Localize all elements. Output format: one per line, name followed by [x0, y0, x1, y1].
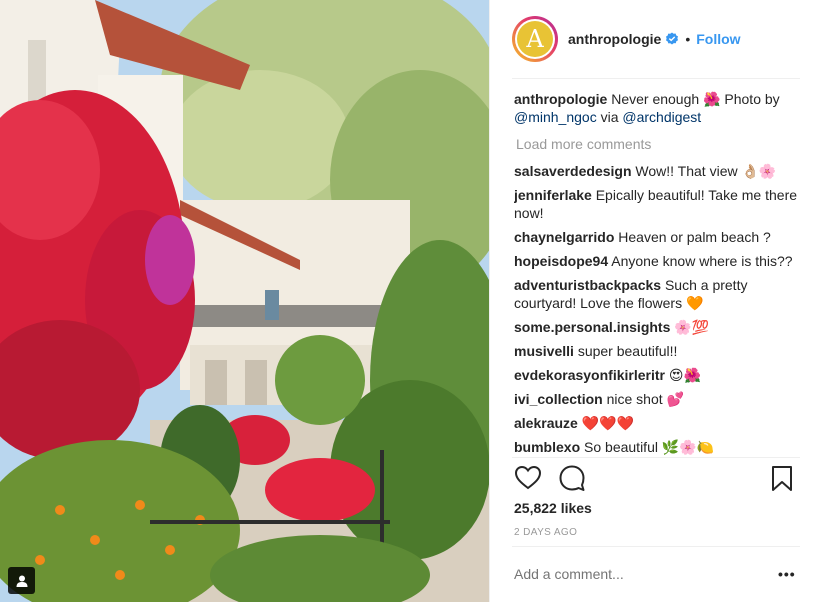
comment-text: Anyone know where is this?? — [611, 253, 793, 269]
comment-item: adventuristbackpacks Such a pretty court… — [514, 276, 804, 312]
comment-text: super beautiful!! — [577, 343, 678, 359]
comment-item: bumblexo So beautiful 🌿🌸🍋 — [514, 438, 804, 456]
instagram-post: A anthropologie • Follow anthropologie N… — [0, 0, 822, 602]
username-link[interactable]: anthropologie — [568, 31, 661, 47]
comment-username[interactable]: some.personal.insights — [514, 319, 670, 335]
comment-item: alekrauze ❤️❤️❤️ — [514, 414, 804, 432]
user-tag-icon[interactable] — [8, 567, 35, 594]
post-details-panel: A anthropologie • Follow anthropologie N… — [489, 0, 822, 602]
avatar[interactable]: A — [512, 16, 558, 62]
comment-text: ❤️❤️❤️ — [581, 415, 635, 431]
avatar-letter: A — [526, 25, 544, 53]
comment-item: hopeisdope94 Anyone know where is this?? — [514, 252, 804, 270]
caption-username[interactable]: anthropologie — [514, 91, 607, 107]
comment-text: nice shot 💕 — [606, 391, 684, 407]
courtyard-image — [0, 0, 489, 602]
comment-text: Wow!! That view 👌🏼🌸 — [635, 163, 777, 179]
comment-item: some.personal.insights 🌸💯 — [514, 318, 804, 336]
comment-username[interactable]: hopeisdope94 — [514, 253, 608, 269]
action-bar — [514, 464, 802, 494]
comment-username[interactable]: adventuristbackpacks — [514, 277, 661, 293]
mention-link[interactable]: @archdigest — [622, 109, 701, 125]
comment-item: ivi_collection nice shot 💕 — [514, 390, 804, 408]
comment-text: 🌸💯 — [674, 319, 710, 335]
comment-item: evdekorasyonfikirleritr 😍🌺 — [514, 366, 804, 384]
comment-username[interactable]: ivi_collection — [514, 391, 603, 407]
comment-text: Heaven or palm beach ? — [618, 229, 771, 245]
comment-item: salsaverdedesign Wow!! That view 👌🏼🌸 — [514, 162, 804, 180]
add-comment-input[interactable] — [514, 564, 764, 584]
separator-dot: • — [685, 31, 691, 47]
comment-item: jenniferlake Epically beautiful! Take me… — [514, 186, 804, 222]
divider — [512, 546, 800, 547]
post-photo[interactable] — [0, 0, 489, 602]
follow-button[interactable]: Follow — [696, 31, 740, 47]
mention-link[interactable]: @minh_ngoc — [514, 109, 597, 125]
more-options-icon[interactable]: ••• — [778, 566, 796, 582]
caption-text: Never enough — [611, 91, 700, 107]
comment-username[interactable]: salsaverdedesign — [514, 163, 632, 179]
caption-text-after: Photo by — [724, 91, 780, 107]
comment-username[interactable]: bumblexo — [514, 439, 580, 455]
comment-item: musivelli super beautiful!! — [514, 342, 804, 360]
comment-username[interactable]: chaynelgarrido — [514, 229, 614, 245]
comment-username[interactable]: evdekorasyonfikirleritr — [514, 367, 665, 383]
divider — [512, 78, 800, 79]
caption: anthropologie Never enough 🌺 Photo by @m… — [514, 90, 804, 126]
comment-text: So beautiful 🌿🌸🍋 — [584, 439, 715, 455]
load-more-comments-button[interactable]: Load more comments — [516, 135, 804, 153]
comment-icon[interactable] — [558, 464, 586, 492]
post-header: A anthropologie • Follow — [512, 16, 792, 62]
heart-icon[interactable] — [514, 464, 542, 492]
bookmark-icon[interactable] — [768, 464, 796, 492]
caption-via: via — [600, 109, 619, 125]
comment-username[interactable]: alekrauze — [514, 415, 578, 431]
likes-count[interactable]: 25,822 likes — [514, 500, 592, 516]
caption-emoji: 🌺 — [703, 91, 721, 107]
comment-username[interactable]: musivelli — [514, 343, 574, 359]
comment-text: 😍🌺 — [668, 367, 701, 383]
comments-list: anthropologie Never enough 🌺 Photo by @m… — [514, 90, 804, 457]
divider — [512, 457, 800, 458]
verified-badge-icon — [666, 32, 679, 45]
comment-item: chaynelgarrido Heaven or palm beach ? — [514, 228, 804, 246]
post-timestamp[interactable]: 2 DAYS AGO — [514, 527, 577, 538]
comment-username[interactable]: jenniferlake — [514, 187, 592, 203]
